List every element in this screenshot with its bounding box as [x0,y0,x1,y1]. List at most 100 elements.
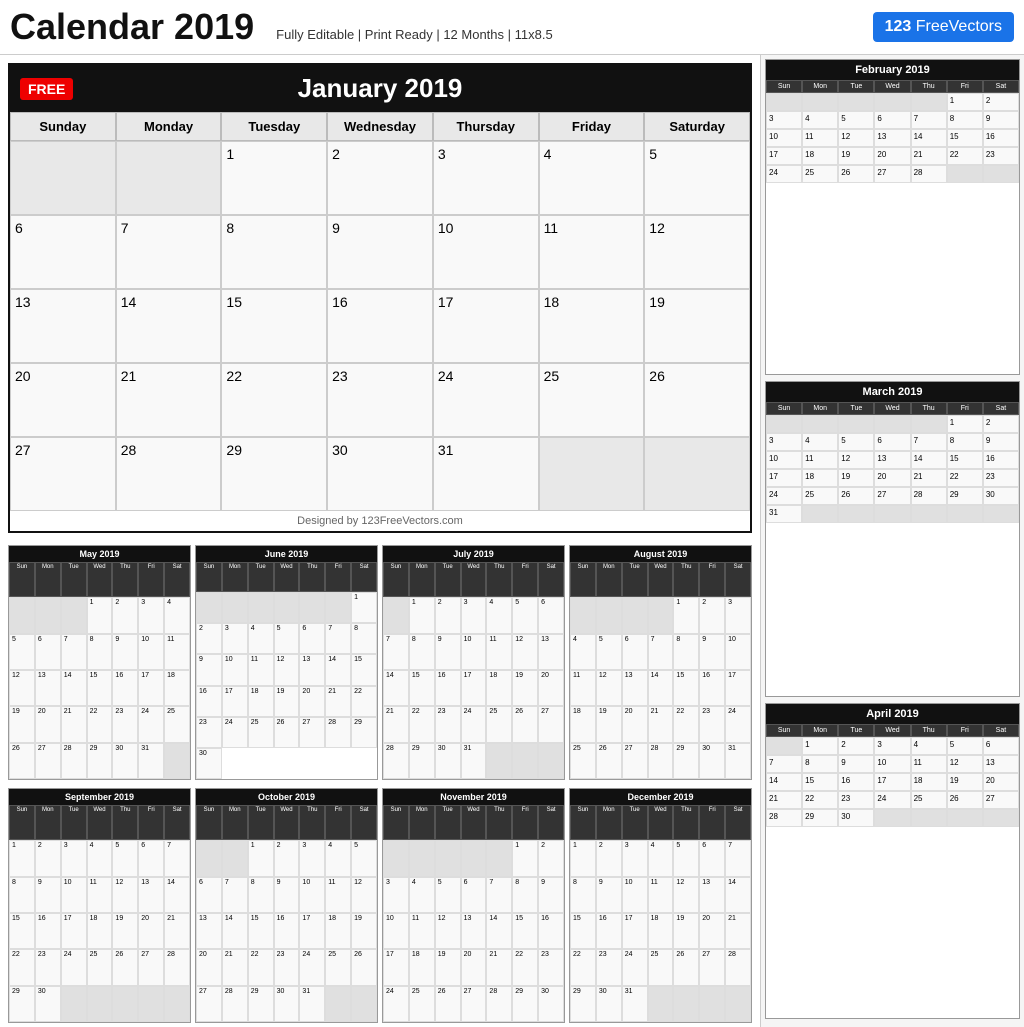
right-day-header: Tue [838,80,874,93]
small-day-cell [248,592,274,623]
small-day-cell: 20 [538,670,564,706]
small-day-cell: 2 [196,623,222,654]
january-grid: SundayMondayTuesdayWednesdayThursdayFrid… [10,112,750,511]
small-day-cell: 23 [274,949,300,985]
small-day-cell [112,986,138,1022]
small-day-header: Thu [673,562,699,597]
small-day-cell: 31 [622,986,648,1022]
small-day-cell [725,986,751,1022]
small-day-cell: 12 [673,877,699,913]
small-day-cell: 4 [486,597,512,633]
right-day-cell: 18 [802,147,838,165]
right-day-cell [802,505,838,523]
small-day-cell [486,743,512,779]
small-day-cell: 27 [138,949,164,985]
small-day-cell: 4 [325,840,351,876]
small-row-1: May 2019SunMonTueWedThuFriSat12345678910… [0,541,760,784]
small-cal-grid: SunMonTueWedThuFriSat1234567891011121314… [196,562,377,779]
small-day-header: Fri [512,805,538,840]
small-day-cell: 6 [196,877,222,913]
small-day-cell: 9 [274,877,300,913]
small-day-cell: 20 [461,949,487,985]
small-day-cell: 11 [409,913,435,949]
small-cal-header: November 2019 [383,789,564,805]
small-day-header: Sat [725,562,751,597]
right-day-cell: 6 [874,111,910,129]
right-day-cell: 15 [802,773,838,791]
small-day-cell: 8 [512,877,538,913]
small-day-cell: 29 [248,986,274,1022]
small-day-cell: 6 [622,634,648,670]
right-day-cell: 3 [874,737,910,755]
small-day-cell: 11 [164,634,190,670]
small-day-cell: 11 [248,654,274,685]
small-day-cell: 20 [35,706,61,742]
small-day-cell: 12 [596,670,622,706]
day-cell: 20 [10,363,116,437]
small-day-cell: 23 [35,949,61,985]
small-calendar: May 2019SunMonTueWedThuFriSat12345678910… [8,545,191,780]
january-title: January 2019 [298,73,463,103]
right-day-header: Sat [983,402,1019,415]
small-day-cell: 19 [274,686,300,717]
small-day-cell: 24 [138,706,164,742]
small-day-cell [699,986,725,1022]
small-day-cell: 27 [196,986,222,1022]
small-day-cell: 26 [435,986,461,1022]
small-day-cell: 22 [673,706,699,742]
day-cell: 12 [644,215,750,289]
right-day-header: Sun [766,724,802,737]
small-day-cell: 14 [164,877,190,913]
right-day-cell [802,415,838,433]
day-cell: 6 [10,215,116,289]
small-day-cell: 27 [299,717,325,748]
page-title: Calendar 2019 [10,6,254,48]
day-cell: 21 [116,363,222,437]
small-day-header: Tue [248,562,274,592]
small-day-cell: 22 [570,949,596,985]
small-day-header: Mon [409,562,435,597]
right-day-cell: 26 [838,487,874,505]
small-day-cell [673,986,699,1022]
small-day-cell: 19 [512,670,538,706]
small-day-cell [538,743,564,779]
small-day-cell: 17 [222,686,248,717]
small-calendar: July 2019SunMonTueWedThuFriSat1234567891… [382,545,565,780]
right-day-header: Mon [802,724,838,737]
january-header: FREE January 2019 [10,65,750,112]
small-day-cell: 28 [383,743,409,779]
small-day-cell [383,840,409,876]
small-day-cell: 29 [87,743,113,779]
right-day-cell: 2 [983,415,1019,433]
day-cell: 26 [644,363,750,437]
right-day-cell: 7 [911,111,947,129]
small-day-header: Sun [9,562,35,597]
right-day-cell [947,165,983,183]
right-day-cell [766,93,802,111]
right-day-cell: 19 [838,147,874,165]
right-day-cell: 9 [838,755,874,773]
right-day-cell: 29 [802,809,838,827]
day-cell: 2 [327,141,433,215]
small-day-header: Tue [248,805,274,840]
small-day-cell: 3 [725,597,751,633]
right-day-header: Wed [874,402,910,415]
day-cell: 27 [10,437,116,511]
small-day-cell: 6 [538,597,564,633]
small-day-cell: 23 [435,706,461,742]
small-day-cell: 3 [138,597,164,633]
small-day-cell: 17 [299,913,325,949]
small-day-cell: 9 [538,877,564,913]
day-header: Monday [116,112,222,141]
right-day-cell: 9 [983,111,1019,129]
day-cell: 28 [116,437,222,511]
header-subtitle: Fully Editable | Print Ready | 12 Months… [276,27,553,42]
small-day-cell: 1 [87,597,113,633]
small-day-header: Wed [87,562,113,597]
right-day-cell: 26 [838,165,874,183]
small-day-cell [9,597,35,633]
small-day-cell: 9 [35,877,61,913]
small-day-header: Thu [112,562,138,597]
small-day-cell: 6 [138,840,164,876]
small-day-cell: 29 [409,743,435,779]
